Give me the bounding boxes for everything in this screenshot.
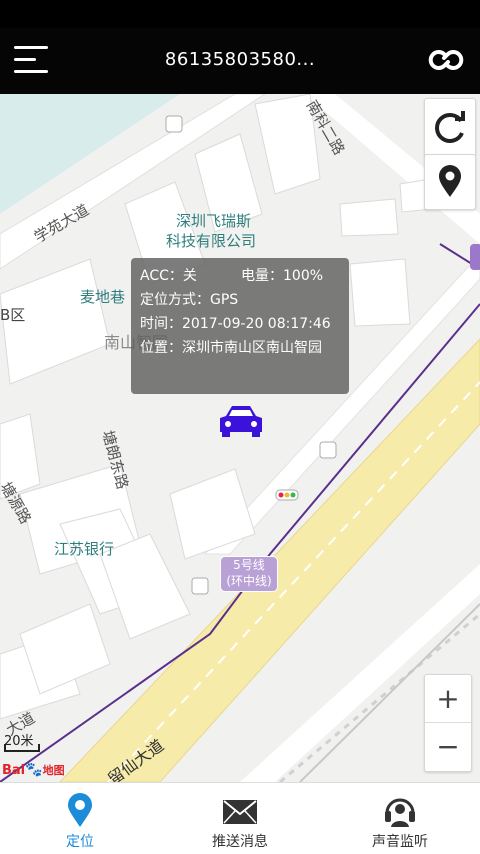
locate-time: 时间：2017-09-20 08:17:46	[140, 316, 331, 332]
metro-line-badge: 5号线 (环中线)	[220, 556, 278, 592]
top-bar: 86135803580...	[0, 28, 480, 94]
refresh-button[interactable]	[424, 98, 476, 156]
map-label-maidi: 麦地巷	[80, 288, 126, 306]
map-pin-icon	[439, 165, 461, 197]
locate-mode: 定位方式：GPS	[140, 292, 239, 308]
baidu-map-logo: Bai🐾地图	[2, 762, 65, 778]
switch-device-icon[interactable]	[426, 42, 466, 78]
location-pin-icon	[68, 793, 92, 827]
tab-locate[interactable]: 定位	[0, 783, 160, 854]
zoom-out-button[interactable]: −	[425, 723, 471, 770]
envelope-icon	[223, 800, 257, 824]
tab-voice-monitor-label: 声音监听	[372, 834, 428, 850]
map-label-b-district: B区	[0, 306, 26, 324]
tab-push-messages[interactable]: 推送消息	[160, 783, 320, 854]
tab-push-messages-label: 推送消息	[212, 834, 268, 850]
headset-icon	[385, 798, 415, 827]
battery-level: 电量：100%	[241, 268, 324, 284]
map-label-bank: 江苏银行	[54, 540, 115, 558]
car-marker-icon[interactable]	[216, 402, 266, 438]
zoom-in-button[interactable]: +	[425, 675, 471, 723]
menu-icon[interactable]	[14, 46, 50, 76]
status-bar	[0, 0, 480, 28]
acc-status: ACC：关	[140, 268, 197, 284]
device-title: 86135803580...	[164, 49, 316, 70]
refresh-icon	[435, 111, 465, 143]
tab-voice-monitor[interactable]: 声音监听	[320, 783, 480, 854]
map-scale: 20米	[4, 730, 40, 752]
tab-locate-label: 定位	[66, 834, 94, 850]
bottom-tab-bar: 定位 推送消息 声音监听	[0, 782, 480, 854]
metro-line-name: 5号线	[233, 558, 265, 572]
metro-line-subname: (环中线)	[226, 574, 272, 588]
map-label-company-line1: 深圳飞瑞斯	[176, 212, 252, 230]
map-label-company-line2: 科技有限公司	[166, 232, 257, 250]
map-view[interactable]: 学苑大道 南科二路 深圳飞瑞斯 科技有限公司 麦地巷 B区 南山智园 塘朗东路 …	[0, 94, 480, 782]
locate-vehicle-button[interactable]	[424, 154, 476, 210]
zoom-controls: + −	[424, 674, 472, 772]
vehicle-info-window: ACC：关 电量：100% 定位方式：GPS 时间：2017-09-20 08:…	[131, 258, 349, 394]
locate-address: 位置：深圳市南山区南山智园	[140, 340, 322, 356]
